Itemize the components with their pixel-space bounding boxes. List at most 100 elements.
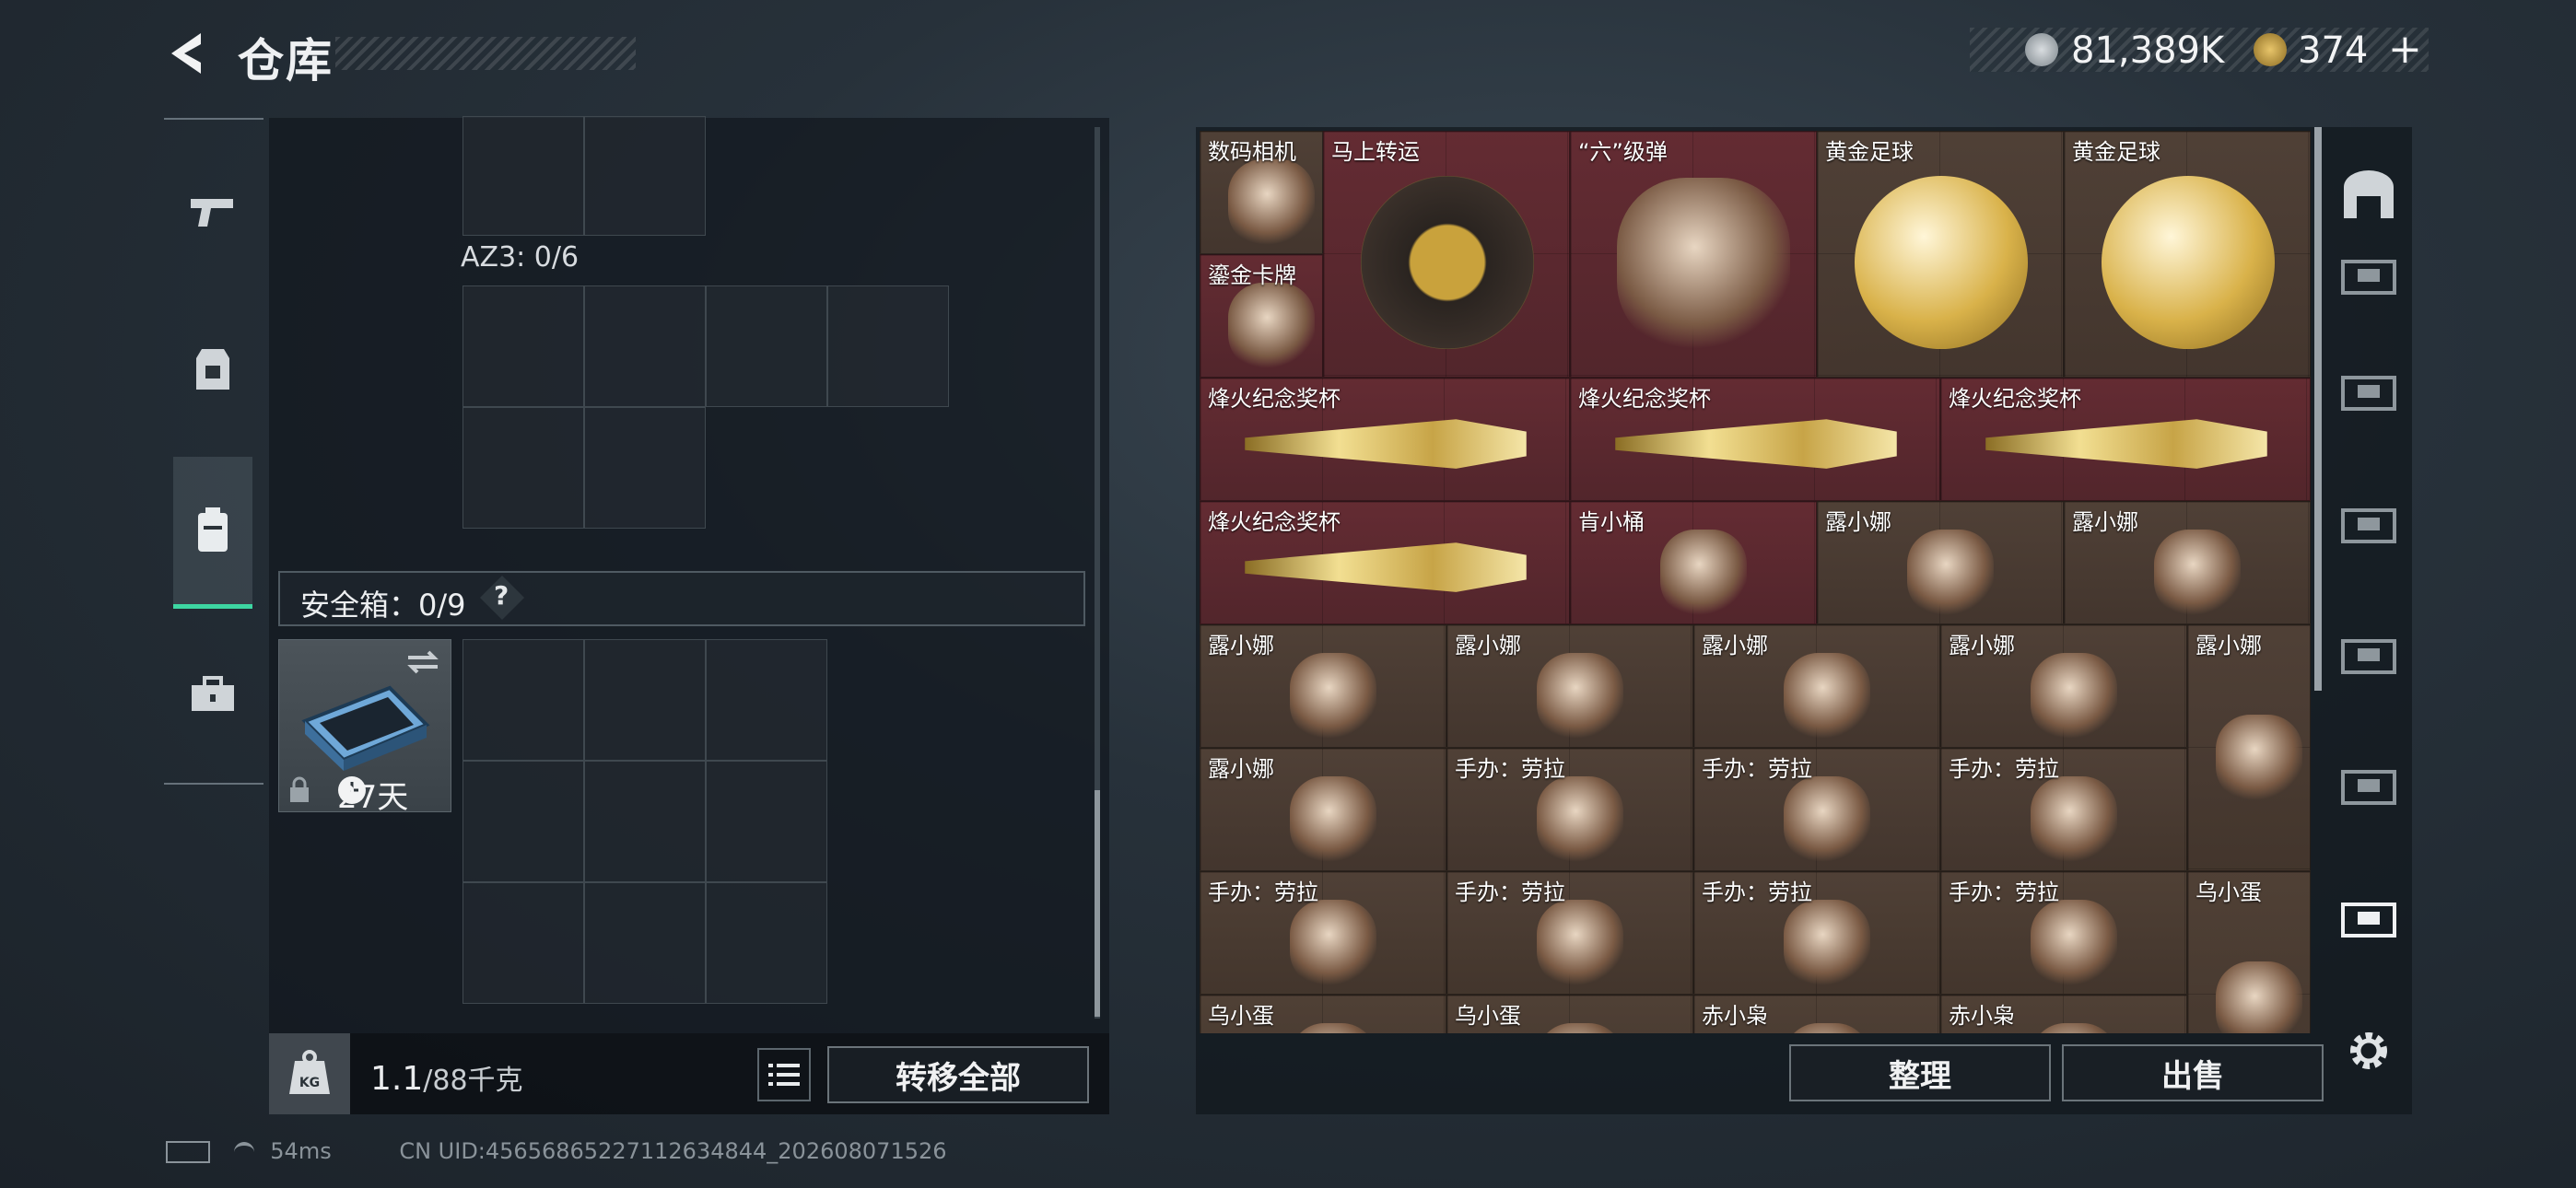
tab-storage-6-active[interactable] [2336,886,2401,950]
uid-text: CN UID:4565686522711263484​4_20260807152… [399,1138,947,1164]
inventory-item[interactable]: 烽火纪念奖杯 [1570,378,1940,501]
tab-storage-2[interactable] [2336,359,2401,424]
inventory-item[interactable]: 烽火纪念奖杯 [1200,501,1570,624]
figure-icon [2031,900,2117,986]
inventory-item[interactable]: 黄金足球 [2064,131,2311,378]
inventory-item[interactable]: 肯小桶 [1570,501,1817,624]
left-scrollbar[interactable] [1095,790,1100,1017]
inventory-item[interactable]: 手办：劳拉 [1940,748,2187,871]
grid-cell[interactable] [706,639,827,761]
inventory-item[interactable]: “六”级弹 [1570,131,1817,378]
gold-football-icon [1855,176,2028,349]
tab-storage-4[interactable] [2336,623,2401,687]
item-label: 手办：劳拉 [1702,879,1812,905]
inventory-item[interactable]: 赤小枭 [1940,995,2187,1033]
tab-weapons[interactable] [173,157,252,267]
wifi-icon [233,1142,254,1162]
inventory-item[interactable]: 手办：劳拉 [1693,871,1940,995]
grid-cell[interactable] [584,407,706,529]
grid-cell[interactable] [584,116,706,236]
grid-cell[interactable] [584,882,706,1004]
transfer-all-button[interactable]: 转移全部 [827,1046,1089,1103]
grid-cell[interactable] [463,882,584,1004]
item-label: 手办：劳拉 [1455,879,1565,905]
tab-toolbox[interactable] [173,639,252,750]
storage-box-icon [2341,376,2396,411]
inventory-item[interactable]: 露小娜 [1200,748,1446,871]
grid-cell[interactable] [463,285,584,407]
safe-box-label: 安全箱：0/9 [300,588,466,623]
list-view-button[interactable] [757,1048,811,1101]
inventory-item[interactable]: 鎏金卡牌 [1200,254,1323,378]
grid-cell[interactable] [706,761,827,882]
item-label: 赤小枭 [1949,1003,2015,1029]
item-label: 黄金足球 [2072,139,2160,165]
inventory-scrollbar[interactable] [2314,127,2322,691]
grid-cell[interactable] [706,285,827,407]
tab-backpack[interactable] [173,457,252,609]
figure-icon [2216,961,2302,1033]
grid-cell[interactable] [827,285,949,407]
figure-icon [1290,900,1376,986]
inventory-item[interactable]: 数码相机 [1200,131,1323,254]
tab-storage-5[interactable] [2336,753,2401,818]
tab-storage-3[interactable] [2336,492,2401,556]
grid-cell[interactable] [463,116,584,236]
weight-icon-box: KG [269,1033,350,1114]
tab-armor[interactable] [173,315,252,425]
grid-cell[interactable] [463,407,584,529]
grid-cell[interactable] [463,639,584,761]
lock-icon [290,776,309,802]
item-label: 黄金足球 [1825,139,1914,165]
inventory-item[interactable]: 露小娜 [2187,624,2311,871]
inventory-item[interactable]: 露小娜 [1940,624,2187,748]
inventory-item[interactable]: 手办：劳拉 [1446,871,1693,995]
inventory-item[interactable]: 乌小蛋 [2187,871,2311,1033]
weight-unit: /88千克 [423,1065,523,1097]
inventory-item[interactable]: 手办：劳拉 [1940,871,2187,995]
inventory-item[interactable]: 马上转运 [1323,131,1570,378]
bucket-figure-icon [1660,530,1747,616]
inventory-item[interactable]: 露小娜 [1693,624,1940,748]
grid-cell[interactable] [584,285,706,407]
figure-icon [2154,530,2241,616]
inventory-item[interactable]: 赤小枭 [1693,995,1940,1033]
inventory-item[interactable]: 露小娜 [1200,624,1446,748]
item-label: 手办：劳拉 [1455,756,1565,782]
inventory-item[interactable]: 露小娜 [1817,501,2064,624]
grid-cell[interactable] [706,882,827,1004]
inventory-grid: 数码相机 马上转运 “六”级弹 黄金足球 黄金足球 鎏金卡牌 烽火纪念奖杯 烽火纪念奖杯 烽火纪… [1200,131,2313,1033]
item-label: 烽火纪念奖杯 [1208,509,1341,535]
help-icon[interactable]: ? [494,580,509,611]
horse-medallion-icon [1361,176,1534,349]
item-label: “六”级弹 [1578,139,1668,165]
inventory-item[interactable]: 手办：劳拉 [1200,871,1446,995]
add-currency-button[interactable]: + [2388,26,2422,73]
kg-weight-icon: KG [289,1050,330,1094]
item-label: 乌小蛋 [1455,1003,1521,1029]
inventory-item[interactable]: 手办：劳拉 [1693,748,1940,871]
item-label: 露小娜 [1702,633,1768,658]
inventory-item[interactable]: 露小娜 [2064,501,2311,624]
inventory-item[interactable]: 露小娜 [1446,624,1693,748]
list-icon [768,1064,800,1086]
grid-cell[interactable] [584,639,706,761]
back-button[interactable] [164,28,208,79]
sell-button[interactable]: 出售 [2062,1044,2324,1101]
storage-box-icon [2341,639,2396,674]
tab-storage-home[interactable] [2336,162,2401,227]
storage-box-icon [2341,903,2396,938]
sort-button[interactable]: 整理 [1789,1044,2051,1101]
figure-icon [1784,653,1870,740]
inventory-item[interactable]: 烽火纪念奖杯 [1940,378,2311,501]
inventory-item[interactable]: 乌小蛋 [1200,995,1446,1033]
grid-cell[interactable] [463,761,584,882]
inventory-item[interactable]: 烽火纪念奖杯 [1200,378,1570,501]
grid-cell[interactable] [584,761,706,882]
settings-button[interactable] [2336,1019,2401,1083]
inventory-item[interactable]: 乌小蛋 [1446,995,1693,1033]
inventory-item[interactable]: 手办：劳拉 [1446,748,1693,871]
figure-icon [2031,776,2117,863]
tab-storage-1[interactable] [2336,243,2401,308]
inventory-item[interactable]: 黄金足球 [1817,131,2064,378]
